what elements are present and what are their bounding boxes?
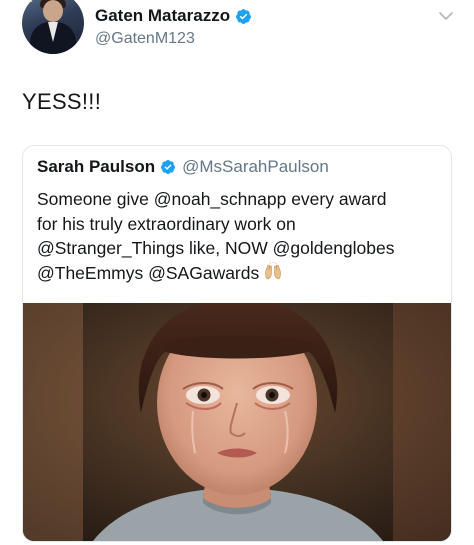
quoted-text: Someone give @noah_schnapp every award f… <box>37 187 442 285</box>
avatar-face <box>43 0 63 22</box>
quoted-text-line-content: @TheEmmys @SAGawards <box>37 262 260 283</box>
quoted-text-line: Someone give @noah_schnapp every award <box>37 189 387 209</box>
quoted-display-name: Sarah Paulson <box>37 157 156 176</box>
author-handle[interactable]: @GatenM123 <box>95 30 195 48</box>
quoted-handle: @MsSarahPaulson <box>182 157 329 176</box>
author-name-row: Gaten Matarazzo <box>95 6 252 26</box>
tweet-card: E Gaten Matarazzo @GatenM123 YESS!!! Sar… <box>0 0 474 545</box>
quoted-media-photo[interactable] <box>23 303 451 541</box>
quoted-text-line: @Stranger_Things like, NOW @goldenglobes <box>37 238 395 258</box>
quoted-tweet[interactable]: Sarah Paulson @MsSarahPaulson Someone gi… <box>22 145 452 542</box>
raising-hands-icon <box>265 261 282 279</box>
quoted-text-line: for his truly extraordinary work on <box>37 213 296 234</box>
author-avatar[interactable]: E <box>22 0 84 54</box>
chevron-down-icon[interactable] <box>438 8 454 24</box>
verified-badge-icon <box>161 160 176 174</box>
avatar-backdrop-text: E <box>26 0 34 5</box>
author-display-name[interactable]: Gaten Matarazzo <box>95 6 230 26</box>
quoted-header: Sarah Paulson @MsSarahPaulson <box>37 157 329 177</box>
verified-badge-icon <box>236 8 252 24</box>
quoted-text-line: @TheEmmys @SAGawards <box>37 261 442 286</box>
tweet-text: YESS!!! <box>22 89 102 114</box>
